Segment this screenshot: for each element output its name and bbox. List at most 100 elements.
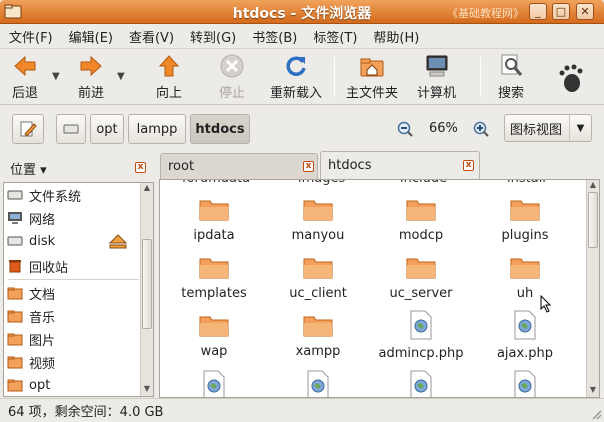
sidebar-scrollbar[interactable]: ▲ ▼ (140, 183, 153, 396)
sidebar-item-trash[interactable]: 回收站 (7, 256, 68, 276)
file-item[interactable]: xampp (268, 312, 368, 359)
eject-icon[interactable] (108, 233, 128, 249)
home-folder-button[interactable]: 主文件夹 (346, 53, 398, 101)
drive-icon (63, 124, 79, 134)
menu-go[interactable]: 转到(G) (181, 27, 243, 46)
sidebar-item-videos[interactable]: 视频 (7, 352, 55, 372)
file-name: manyou (291, 228, 345, 243)
close-window-button[interactable]: ✕ (576, 3, 594, 20)
sidebar-item-documents[interactable]: 文档 (7, 283, 55, 303)
search-button[interactable]: 搜索 (498, 53, 524, 101)
scroll-down-icon[interactable]: ▼ (587, 385, 599, 397)
sidebar-item-label: 文档 (29, 287, 56, 303)
menu-edit[interactable]: 编辑(E) (60, 27, 120, 46)
file-icon-view[interactable]: forumdata images include install ipdata … (159, 179, 600, 398)
path-root-button[interactable] (56, 114, 86, 144)
maximize-button[interactable]: □ (552, 3, 570, 20)
folder-icon (199, 316, 229, 337)
toggle-location-entry-button[interactable] (12, 114, 44, 144)
back-button[interactable]: 后退 (12, 53, 38, 101)
tab-htdocs[interactable]: htdocs x (320, 151, 480, 179)
back-label: 后退 (12, 86, 39, 101)
sidebar-item-label: 图片 (29, 333, 56, 349)
minimize-button[interactable]: _ (529, 3, 547, 20)
file-label-partial[interactable]: install (507, 180, 546, 186)
file-item[interactable]: admincp.php (371, 310, 471, 361)
menu-view[interactable]: 查看(V) (120, 27, 181, 46)
back-history-dropdown-icon[interactable]: ▼ (52, 71, 60, 82)
toolbar-separator (334, 57, 335, 97)
menu-file[interactable]: 文件(F) (0, 27, 60, 46)
file-item[interactable]: ajax.php (475, 310, 575, 361)
folder-icon (303, 200, 333, 221)
computer-button[interactable]: 计算机 (417, 53, 456, 101)
zoom-out-icon[interactable] (397, 121, 413, 137)
menu-help[interactable]: 帮助(H) (364, 27, 426, 46)
menu-bookmarks[interactable]: 书签(B) (243, 27, 304, 46)
file-item[interactable]: modcp (371, 196, 471, 243)
path-segment-lampp[interactable]: lampp (128, 114, 186, 144)
stop-button[interactable]: 停止 (219, 53, 245, 101)
folder-icon (7, 287, 23, 300)
sidebar-item-music[interactable]: 音乐 (7, 306, 55, 326)
view-mode-select[interactable]: 图标视图 ▼ (504, 114, 592, 142)
file-item[interactable]: plugins (475, 196, 575, 243)
folder-icon (406, 200, 436, 221)
up-label: 向上 (156, 86, 183, 101)
menu-tabs[interactable]: 标签(T) (304, 27, 364, 46)
trash-icon (9, 260, 21, 273)
tab-label: root (168, 159, 195, 174)
php-file-icon[interactable] (513, 370, 537, 398)
sidebar-item-pictures[interactable]: 图片 (7, 329, 55, 349)
file-label-partial[interactable]: forumdata (182, 180, 250, 186)
forward-button[interactable]: 前进 (78, 53, 104, 101)
tab-root[interactable]: root x (160, 153, 318, 179)
zoom-in-icon[interactable] (473, 121, 489, 137)
sidebar-item-opt[interactable]: opt (7, 375, 50, 395)
php-file-icon[interactable] (409, 370, 433, 398)
file-item[interactable]: ipdata (164, 196, 264, 243)
toolbar-separator (480, 57, 481, 97)
forward-history-dropdown-icon[interactable]: ▼ (117, 71, 125, 82)
path-segment-opt[interactable]: opt (90, 114, 124, 144)
sidebar-type-select[interactable]: 位置 ▾ (10, 159, 47, 178)
php-file-icon[interactable] (306, 370, 330, 398)
sidebar-item-label: 回收站 (29, 260, 69, 276)
file-item[interactable]: uc_server (371, 254, 471, 301)
folder-icon (199, 258, 229, 279)
sidebar-item-filesystem[interactable]: 文件系统 (7, 185, 81, 205)
up-button[interactable]: 向上 (156, 53, 182, 101)
php-file-icon[interactable] (202, 370, 226, 398)
path-segment-htdocs[interactable]: htdocs (190, 114, 250, 144)
scroll-up-icon[interactable]: ▲ (141, 183, 153, 195)
zoom-level: 66% (429, 121, 458, 136)
maximize-icon: □ (555, 5, 567, 18)
folder-icon (199, 200, 229, 221)
file-item[interactable]: wap (164, 312, 264, 359)
file-label-partial[interactable]: images (298, 180, 345, 186)
file-item[interactable]: manyou (268, 196, 368, 243)
view-mode-value: 图标视图 (510, 122, 563, 138)
sidebar-item-network[interactable]: 网络 (7, 208, 55, 228)
scrollbar-thumb[interactable] (142, 239, 152, 329)
location-bar: opt lampp htdocs 66% 图标视图 ▼ (0, 106, 604, 152)
path-segment-label: opt (96, 121, 118, 137)
scroll-up-icon[interactable]: ▲ (587, 180, 599, 192)
file-item[interactable]: templates (164, 254, 264, 301)
php-file-icon (410, 310, 432, 340)
scroll-down-icon[interactable]: ▼ (141, 384, 153, 396)
file-item[interactable]: uc_client (268, 254, 368, 301)
close-tab-icon[interactable]: x (463, 160, 474, 171)
content-scrollbar[interactable]: ▲ ▼ (586, 180, 599, 397)
resize-grip-icon[interactable] (590, 408, 602, 420)
file-name: uh (516, 286, 534, 301)
file-label-partial[interactable]: include (400, 180, 447, 186)
close-sidebar-icon[interactable]: x (135, 162, 146, 173)
title-bar[interactable]: htdocs - 文件浏览器 《基础教程网》 _ □ ✕ (0, 0, 604, 24)
close-tab-icon[interactable]: x (303, 161, 314, 172)
sidebar-item-disk[interactable]: disk (7, 231, 55, 251)
file-item[interactable]: uh (475, 254, 575, 301)
scrollbar-thumb[interactable] (588, 192, 598, 248)
sidebar-header: 位置 ▾ x (4, 153, 154, 181)
reload-button[interactable]: 重新载入 (270, 53, 322, 101)
